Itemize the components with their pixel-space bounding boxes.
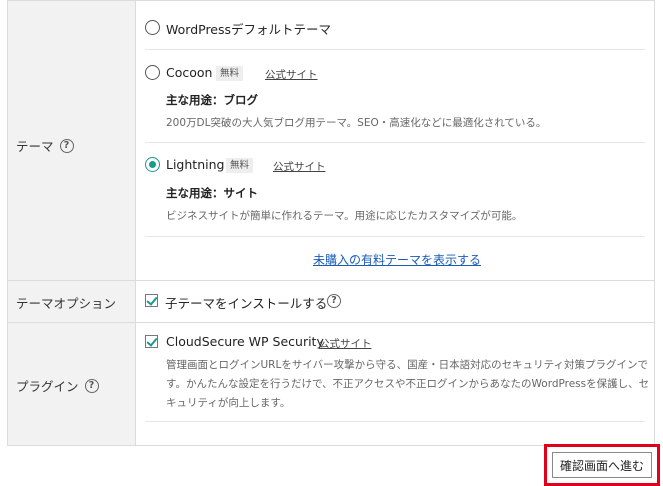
radio-wordpress-default[interactable] — [145, 20, 160, 35]
divider — [145, 142, 645, 143]
cloudsecure-checkbox[interactable] — [145, 335, 158, 348]
row-divider — [8, 0, 654, 1]
radio-lightning[interactable] — [145, 157, 160, 172]
plugin-description: 管理画面とログインURLをサイバー攻撃から守る、国産・日本語対応のセキュリティ対… — [166, 359, 650, 409]
theme-row-label: テーマ ? — [16, 136, 74, 155]
plugin-row-label: プラグイン ? — [16, 376, 99, 395]
show-paid-themes-link[interactable]: 未購入の有料テーマを表示する — [313, 251, 481, 268]
theme-name-lightning[interactable]: Lightning — [166, 157, 224, 172]
cocoon-usage: 主な用途：ブログ — [166, 93, 258, 107]
plugin-name[interactable]: CloudSecure WP Security — [166, 334, 324, 349]
theme-option-row-label: テーマオプション — [16, 293, 116, 312]
theme-option-label-text: テーマオプション — [16, 296, 117, 311]
free-badge: 無料 — [216, 66, 244, 81]
cocoon-official-link[interactable]: 公式サイト — [265, 67, 318, 82]
plugin-official-link[interactable]: 公式サイト — [319, 336, 372, 351]
free-badge: 無料 — [226, 158, 254, 173]
help-icon[interactable]: ? — [84, 378, 99, 393]
divider — [145, 49, 645, 50]
row-divider — [8, 322, 654, 323]
cocoon-description: 200万DL突破の大人気ブログ用テーマ。SEO・高速化などに最適化されている。 — [166, 117, 547, 129]
lightning-usage: 主な用途：サイト — [166, 186, 258, 200]
theme-label-text: テーマ — [16, 139, 54, 154]
plugin-label-text: プラグイン — [16, 379, 79, 394]
divider — [145, 421, 645, 422]
confirm-button-highlight: 確認画面へ進む — [544, 444, 660, 486]
child-theme-checkbox[interactable] — [145, 294, 158, 307]
divider — [145, 236, 645, 237]
radio-cocoon[interactable] — [145, 65, 160, 80]
confirm-button[interactable]: 確認画面へ進む — [552, 452, 652, 478]
help-icon[interactable]: ? — [327, 294, 341, 308]
lightning-official-link[interactable]: 公式サイト — [273, 159, 326, 174]
theme-name-wordpress[interactable]: WordPressデフォルトテーマ — [166, 19, 331, 38]
theme-name-cocoon[interactable]: Cocoon — [166, 65, 212, 80]
row-divider — [8, 280, 654, 281]
help-icon[interactable]: ? — [59, 138, 74, 153]
lightning-description: ビジネスサイトが簡単に作れるテーマ。用途に応じたカスタマイズが可能。 — [166, 210, 523, 222]
child-theme-label[interactable]: 子テーマをインストールする — [165, 293, 327, 312]
